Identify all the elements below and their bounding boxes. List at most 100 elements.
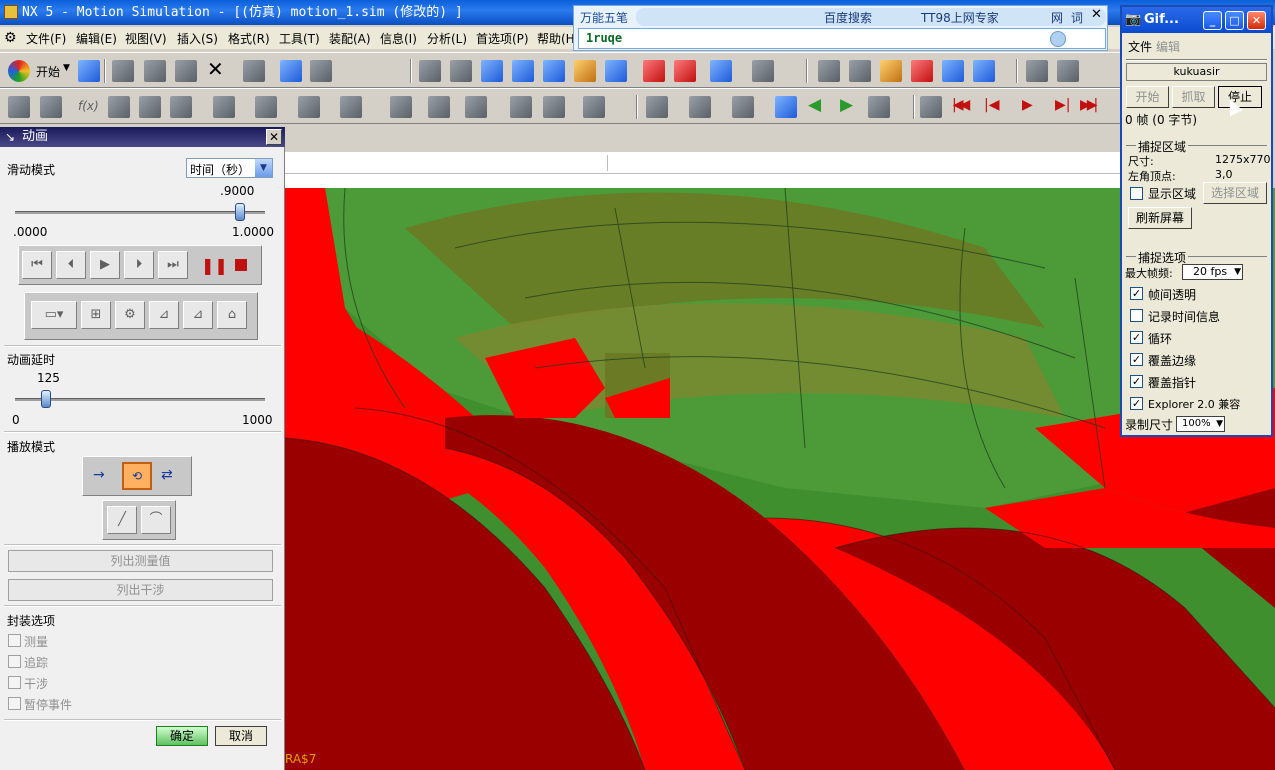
gif-start-button[interactable]: 开始 <box>1126 86 1169 108</box>
menu-insert[interactable]: 插入(S) <box>177 30 218 47</box>
trace-checkbox[interactable] <box>8 655 21 668</box>
fast-forward-button[interactable]: ⏭ <box>158 251 188 279</box>
measure-button[interactable]: ⊿ <box>149 301 179 329</box>
measure-icon[interactable] <box>973 60 995 82</box>
marker-icon[interactable] <box>340 96 362 118</box>
expression-icon[interactable] <box>40 96 62 118</box>
mode-b-icon[interactable]: ⌒ <box>141 506 171 534</box>
ime-link-baidu[interactable]: 百度搜索 <box>824 9 872 26</box>
pause-button[interactable]: ❚❚ <box>201 256 228 275</box>
copy-icon[interactable] <box>144 60 166 82</box>
rotate-icon[interactable] <box>543 60 565 82</box>
save-icon[interactable] <box>78 60 100 82</box>
play-button[interactable]: ▶ <box>90 251 120 279</box>
layers-icon[interactable] <box>643 60 665 82</box>
properties-icon[interactable] <box>280 60 302 82</box>
trace-button[interactable]: ⊞ <box>81 301 111 329</box>
pause-event-checkbox[interactable] <box>8 697 21 710</box>
select-area-button[interactable]: 选择区域 <box>1203 182 1267 204</box>
step-back-icon[interactable]: |◀ <box>984 97 999 113</box>
layer-settings-icon[interactable] <box>674 60 696 82</box>
selection-icon[interactable] <box>310 60 332 82</box>
slide-mode-select[interactable]: 时间（秒） ▼ <box>186 158 273 178</box>
maximize-icon[interactable]: □ <box>1225 11 1244 30</box>
delay-slider-thumb[interactable] <box>41 390 52 408</box>
menu-file[interactable]: 文件(F) <box>26 30 66 47</box>
fast-forward-icon[interactable]: ▶▶| <box>1080 97 1098 113</box>
animation-grid-icon[interactable] <box>920 96 942 118</box>
show-area-checkbox[interactable] <box>1130 187 1143 200</box>
solution-icon[interactable] <box>543 96 565 118</box>
contact-icon[interactable] <box>390 96 412 118</box>
menu-info[interactable]: 信息(I) <box>380 30 417 47</box>
point-icon[interactable] <box>849 60 871 82</box>
close-icon[interactable]: ✕ <box>1091 7 1102 22</box>
export-button[interactable]: ⌂ <box>217 301 247 329</box>
list-interference-button[interactable]: 列出干涉 <box>8 579 273 601</box>
gif-menu-edit[interactable]: 编辑 <box>1156 38 1180 55</box>
shaded-icon[interactable] <box>710 60 732 82</box>
arrow-right-icon[interactable]: ▶ <box>840 95 853 115</box>
ok-button[interactable]: 确定 <box>156 726 208 746</box>
list-measure-button[interactable]: 列出测量值 <box>8 550 273 572</box>
body-icon[interactable] <box>465 96 487 118</box>
cut-icon[interactable] <box>112 60 134 82</box>
menu-assembly[interactable]: 装配(A) <box>329 30 371 47</box>
time-slider-thumb[interactable] <box>235 203 245 221</box>
close-icon[interactable]: ✕ <box>266 129 282 145</box>
ime-link-tt98[interactable]: TT98上网专家 <box>921 9 999 26</box>
rewind-button[interactable]: ⏮ <box>22 251 52 279</box>
angle-icon[interactable] <box>1057 60 1079 82</box>
menu-view[interactable]: 视图(V) <box>125 30 167 47</box>
solver-icon[interactable] <box>510 96 532 118</box>
close-icon[interactable]: ✕ <box>1247 11 1266 30</box>
ime-input[interactable]: 1ruqe <box>586 31 622 45</box>
rewind-icon[interactable]: |◀◀ <box>952 97 970 113</box>
driver-icon[interactable] <box>583 96 605 118</box>
zoom-window-icon[interactable] <box>481 60 503 82</box>
pin-icon[interactable]: ↘ <box>5 127 15 147</box>
play-once-icon[interactable]: → <box>93 467 105 483</box>
link-icon[interactable] <box>108 96 130 118</box>
gif-capture-button[interactable]: 抓取 <box>1172 86 1215 108</box>
max-fps-select[interactable]: 20 fps ▼ <box>1182 264 1243 280</box>
ime-link-net[interactable]: 网 <box>1051 9 1063 26</box>
explode-button[interactable]: ⚙ <box>115 301 145 329</box>
loop-checkbox[interactable]: ✓ <box>1130 331 1143 344</box>
torque-icon[interactable] <box>298 96 320 118</box>
joint-icon[interactable] <box>139 96 161 118</box>
view-orient-icon[interactable] <box>752 60 774 82</box>
spring-icon[interactable] <box>213 96 235 118</box>
record-time-checkbox[interactable] <box>1130 309 1143 322</box>
trace-icon[interactable] <box>689 96 711 118</box>
gif-menu-file[interactable]: 文件 <box>1128 38 1152 55</box>
menu-icon[interactable]: ⚙ <box>4 30 17 46</box>
cover-edge-checkbox[interactable]: ✓ <box>1130 353 1143 366</box>
filter-icon[interactable] <box>911 60 933 82</box>
start-button[interactable]: 开始 <box>36 63 60 80</box>
menu-tools[interactable]: 工具(T) <box>279 30 320 47</box>
plot-icon[interactable] <box>732 96 754 118</box>
undo-icon[interactable] <box>243 60 265 82</box>
paste-icon[interactable] <box>175 60 197 82</box>
vector-icon[interactable] <box>880 60 902 82</box>
measure-checkbox[interactable] <box>8 634 21 647</box>
checker-icon[interactable] <box>775 96 797 118</box>
arrow-left-icon[interactable]: ◀ <box>808 95 821 115</box>
chevron-down-icon[interactable]: ▼ <box>255 159 272 177</box>
distance-icon[interactable] <box>1026 60 1048 82</box>
transparency-checkbox[interactable]: ✓ <box>1130 287 1143 300</box>
fit-icon[interactable] <box>419 60 441 82</box>
interference-button[interactable]: ⊿ <box>183 301 213 329</box>
step-forward-button[interactable]: ⏵ <box>124 251 154 279</box>
gear-icon[interactable] <box>170 96 192 118</box>
minimize-icon[interactable]: _ <box>1203 11 1222 30</box>
cover-pointer-checkbox[interactable]: ✓ <box>1130 375 1143 388</box>
stop-button[interactable] <box>235 259 247 271</box>
lock-icon[interactable] <box>8 96 30 118</box>
step-icon[interactable] <box>868 96 890 118</box>
reverse-icon[interactable]: ⇄ <box>161 467 173 483</box>
menu-preferences[interactable]: 首选项(P) <box>476 30 529 47</box>
pan-icon[interactable] <box>574 60 596 82</box>
step-back-button[interactable]: ⏴ <box>56 251 86 279</box>
